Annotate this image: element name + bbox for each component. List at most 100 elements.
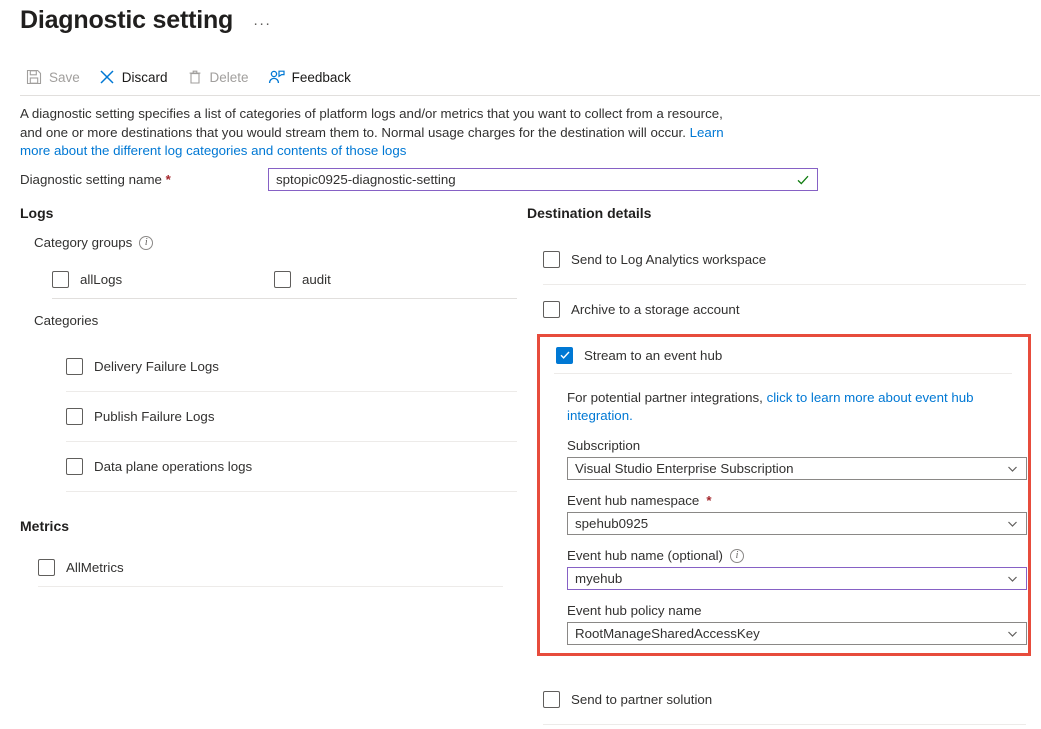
checkbox-send-to-partner-solution[interactable]: Send to partner solution: [543, 675, 1030, 724]
delete-label: Delete: [210, 70, 249, 85]
checkbox-label: AllMetrics: [66, 560, 124, 575]
categories-list: Delivery Failure Logs Publish Failure Lo…: [66, 342, 517, 492]
event-hub-name-dropdown[interactable]: myehub: [567, 567, 1027, 590]
checkbox-box: [52, 271, 69, 288]
command-bar: Save Discard Delete: [22, 62, 366, 92]
subscription-label-text: Subscription: [567, 438, 640, 453]
info-icon[interactable]: i: [139, 236, 153, 250]
event-hub-namespace-label: Event hub namespace *: [567, 493, 1027, 508]
discard-button[interactable]: Discard: [95, 66, 179, 88]
checkbox-label: Send to Log Analytics workspace: [571, 252, 766, 267]
event-hub-policy-name-label: Event hub policy name: [567, 603, 1027, 618]
checkbox-label: Send to partner solution: [571, 692, 712, 707]
checkbox-box: [38, 559, 55, 576]
feedback-button[interactable]: Feedback: [264, 66, 362, 88]
field-event-hub-name: Event hub name (optional) i myehub: [567, 548, 1027, 590]
destination-details-heading: Destination details: [527, 205, 1030, 221]
save-label: Save: [49, 70, 80, 85]
checkbox-label: Stream to an event hub: [584, 348, 722, 363]
category-groups-row: allLogs audit: [20, 260, 517, 298]
subscription-label: Subscription: [567, 438, 1027, 453]
checkbox-label: audit: [302, 272, 331, 287]
required-asterisk: *: [706, 493, 711, 508]
destination-column: Destination details Send to Log Analytic…: [527, 205, 1030, 334]
discard-label: Discard: [122, 70, 168, 85]
divider: [554, 373, 1012, 374]
checkbox-audit[interactable]: audit: [274, 260, 331, 298]
checkbox-box: [66, 358, 83, 375]
chevron-down-icon: [1006, 572, 1019, 585]
checkbox-allmetrics[interactable]: AllMetrics: [38, 548, 517, 586]
diagnostic-setting-page: Diagnostic setting ··· Save Discard: [0, 0, 1041, 729]
chevron-down-icon: [1006, 517, 1019, 530]
event-hub-name-label: Event hub name (optional) i: [567, 548, 1027, 563]
checkbox-label: Archive to a storage account: [571, 302, 740, 317]
description-text: A diagnostic setting specifies a list of…: [20, 105, 738, 161]
checkbox-label: Delivery Failure Logs: [94, 359, 219, 374]
discard-icon: [99, 69, 115, 85]
more-options-icon[interactable]: ···: [249, 15, 275, 33]
chevron-down-icon: [1006, 462, 1019, 475]
category-groups-label: Category groups i: [34, 235, 517, 250]
metrics-heading: Metrics: [20, 518, 517, 534]
event-hub-note-prefix: For potential partner integrations,: [567, 390, 767, 405]
categories-label: Categories: [34, 313, 517, 328]
divider: [66, 491, 517, 492]
event-hub-namespace-dropdown[interactable]: spehub0925: [567, 512, 1027, 535]
page-header: Diagnostic setting ···: [20, 4, 275, 36]
checkbox-box: [274, 271, 291, 288]
event-hub-name-label-text: Event hub name (optional): [567, 548, 723, 563]
event-hub-policy-name-dropdown[interactable]: RootManageSharedAccessKey: [567, 622, 1027, 645]
subscription-dropdown[interactable]: Visual Studio Enterprise Subscription: [567, 457, 1027, 480]
metrics-list: AllMetrics: [38, 548, 517, 587]
command-bar-divider: [20, 95, 1040, 96]
diagnostic-setting-name-label: Diagnostic setting name *: [20, 172, 268, 187]
partner-solution-block: Send to partner solution: [527, 675, 1030, 725]
checkbox-box: [66, 458, 83, 475]
logs-column: Logs Category groups i allLogs audit Cat…: [20, 205, 517, 587]
feedback-label: Feedback: [292, 70, 351, 85]
group-slot-alllogs: allLogs: [52, 260, 274, 298]
checkbox-send-to-log-analytics[interactable]: Send to Log Analytics workspace: [543, 235, 1030, 284]
info-icon[interactable]: i: [730, 549, 744, 563]
checkbox-alllogs[interactable]: allLogs: [52, 260, 122, 298]
checkbox-publish-failure-logs[interactable]: Publish Failure Logs: [66, 392, 517, 441]
event-hub-namespace-value: spehub0925: [575, 516, 648, 531]
event-hub-name-value: myehub: [575, 571, 622, 586]
checkbox-archive-to-storage[interactable]: Archive to a storage account: [543, 285, 1030, 334]
diagnostic-setting-name-input[interactable]: [269, 169, 817, 190]
diagnostic-setting-name-field[interactable]: [268, 168, 818, 191]
logs-heading: Logs: [20, 205, 517, 221]
description-body: A diagnostic setting specifies a list of…: [20, 106, 723, 140]
subscription-value: Visual Studio Enterprise Subscription: [575, 461, 794, 476]
event-hub-highlight-panel: Stream to an event hub For potential par…: [537, 334, 1031, 656]
save-icon: [26, 69, 42, 85]
checkbox-label: Data plane operations logs: [94, 459, 252, 474]
field-event-hub-namespace: Event hub namespace * spehub0925: [567, 493, 1027, 535]
checkbox-data-plane-operations-logs[interactable]: Data plane operations logs: [66, 442, 517, 491]
checkbox-delivery-failure-logs[interactable]: Delivery Failure Logs: [66, 342, 517, 391]
event-hub-note: For potential partner integrations, clic…: [567, 389, 1014, 425]
chevron-down-icon: [1006, 627, 1019, 640]
required-asterisk: *: [166, 172, 171, 187]
name-label-text: Diagnostic setting name: [20, 172, 162, 187]
checkbox-stream-to-event-hub[interactable]: Stream to an event hub: [556, 337, 1014, 373]
checkbox-label: allLogs: [80, 272, 122, 287]
divider: [38, 586, 503, 587]
checkbox-box: [543, 251, 560, 268]
delete-button[interactable]: Delete: [183, 66, 260, 88]
checkbox-box: [66, 408, 83, 425]
field-event-hub-policy-name: Event hub policy name RootManageSharedAc…: [567, 603, 1027, 645]
save-button[interactable]: Save: [22, 66, 91, 88]
delete-icon: [187, 69, 203, 85]
diagnostic-setting-name-row: Diagnostic setting name *: [20, 168, 818, 191]
divider: [543, 724, 1026, 725]
page-title: Diagnostic setting: [20, 4, 233, 36]
field-subscription: Subscription Visual Studio Enterprise Su…: [567, 438, 1027, 480]
event-hub-policy-name-value: RootManageSharedAccessKey: [575, 626, 760, 641]
green-check-icon: [796, 173, 810, 187]
event-hub-policy-name-label-text: Event hub policy name: [567, 603, 702, 618]
checkbox-box: [543, 301, 560, 318]
destination-list: Send to Log Analytics workspace Archive …: [543, 235, 1030, 334]
event-hub-namespace-label-text: Event hub namespace: [567, 493, 699, 508]
